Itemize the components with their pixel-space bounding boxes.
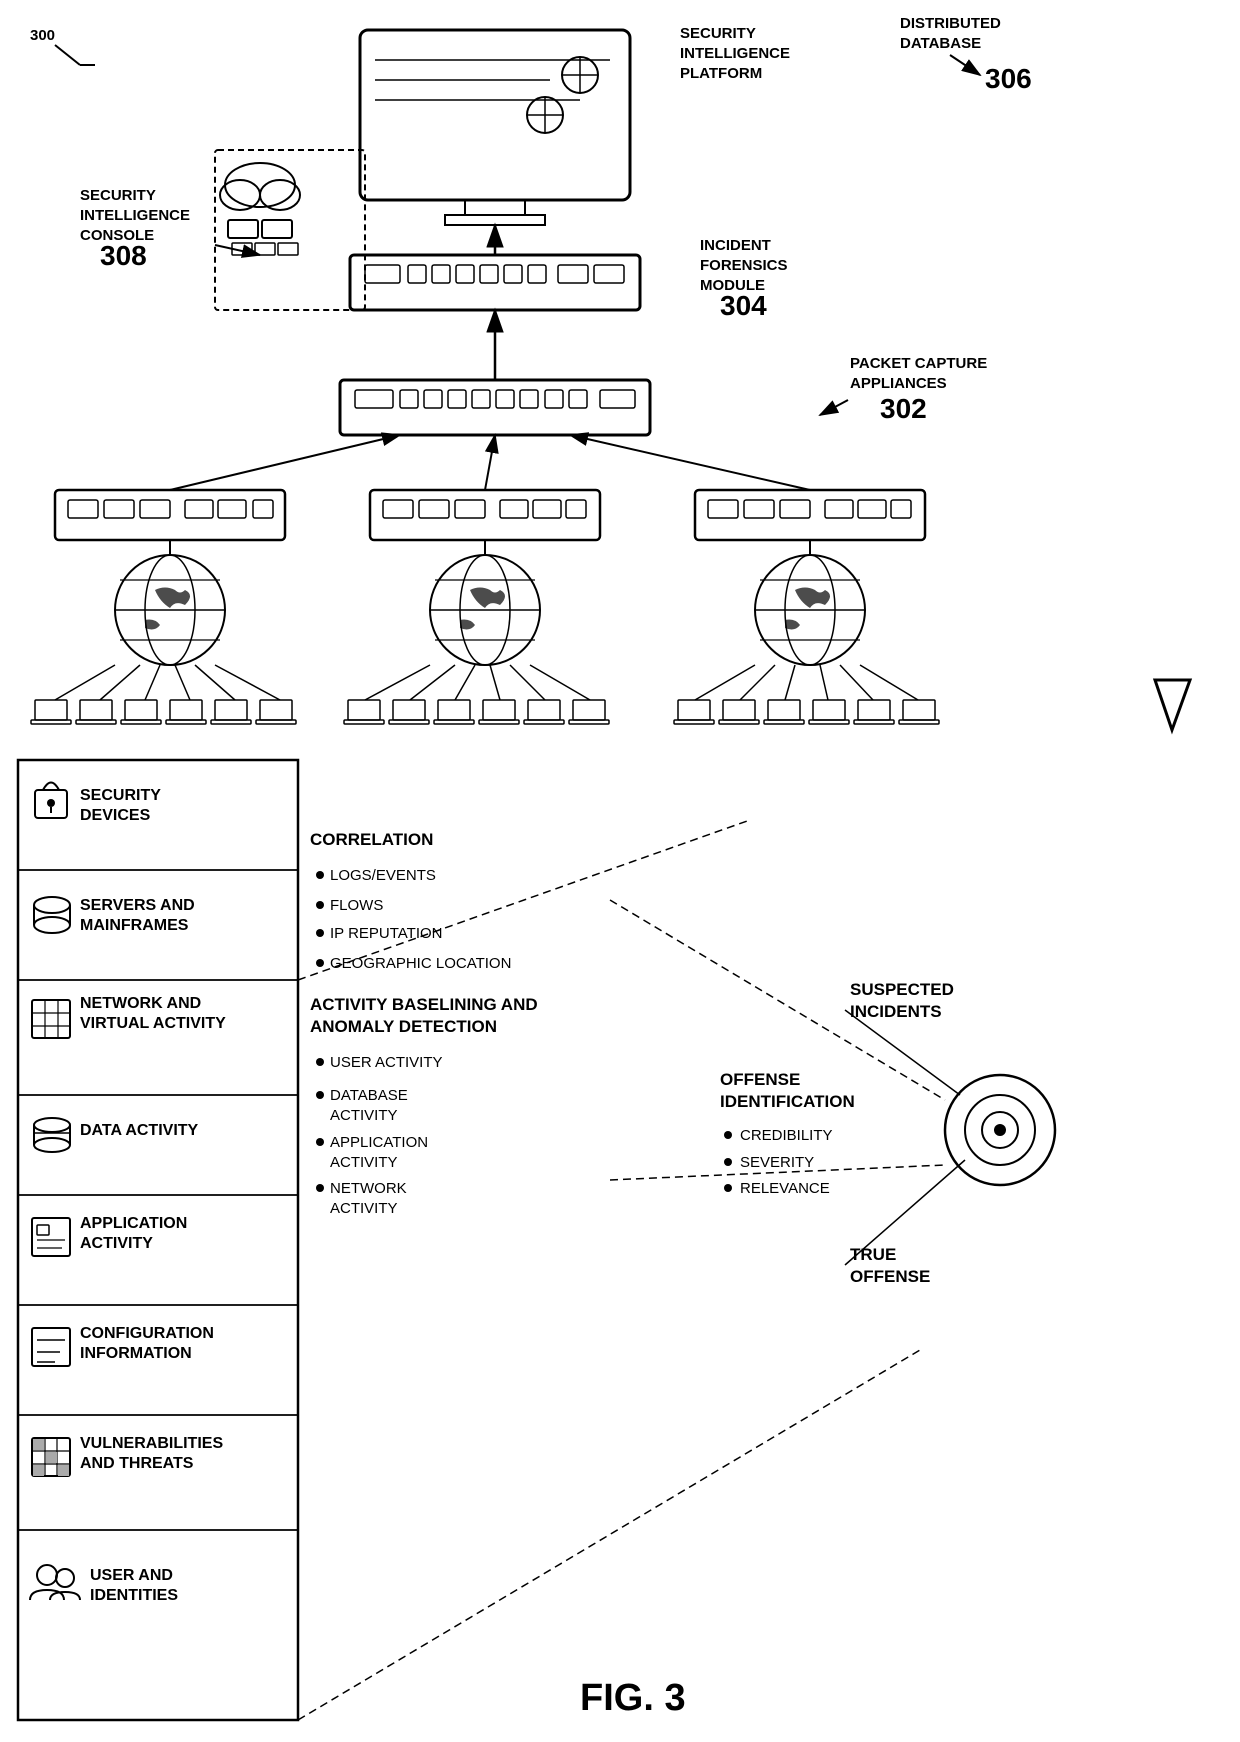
network-label: NETWORK AND	[80, 995, 201, 1012]
suspected-label: SUSPECTED	[850, 980, 954, 999]
user-label2: IDENTITIES	[90, 1587, 178, 1604]
offense-item1: CREDIBILITY	[740, 1127, 833, 1144]
activity-item2: DATABASE	[330, 1087, 408, 1104]
network-label2: VIRTUAL ACTIVITY	[80, 1015, 226, 1032]
correlation-title: CORRELATION	[310, 830, 433, 849]
sip-label: SECURITY	[680, 25, 756, 42]
vuln-label: VULNERABILITIES	[80, 1435, 223, 1452]
vuln-label2: AND THREATS	[80, 1455, 194, 1472]
activity-title2: ANOMALY DETECTION	[310, 1017, 497, 1036]
pca-label: PACKET CAPTURE	[850, 355, 987, 372]
corr-item4: GEOGRAPHIC LOCATION	[330, 955, 511, 972]
activity-item2b: ACTIVITY	[330, 1107, 398, 1124]
ifm-label: INCIDENT	[700, 237, 771, 254]
activity-item3: APPLICATION	[330, 1134, 428, 1151]
sip-label2: INTELLIGENCE	[680, 45, 790, 62]
fig-label: FIG. 3	[580, 1677, 686, 1719]
corr-item2: FLOWS	[330, 897, 383, 914]
corr-item1: LOGS/EVENTS	[330, 867, 436, 884]
distributed-database-label2: DATABASE	[900, 35, 981, 52]
activity-item3b: ACTIVITY	[330, 1154, 398, 1171]
sip-label3: PLATFORM	[680, 65, 762, 82]
servers-label2: MAINFRAMES	[80, 917, 189, 934]
offense-title2: IDENTIFICATION	[720, 1092, 855, 1111]
pca-number: 302	[880, 393, 927, 424]
application-label2: ACTIVITY	[80, 1235, 153, 1252]
sic-label: SECURITY	[80, 187, 156, 204]
true-offense-label2: OFFENSE	[850, 1267, 930, 1286]
activity-item4b: ACTIVITY	[330, 1200, 398, 1217]
distributed-database-label: DISTRIBUTED	[900, 15, 1001, 32]
corr-item3: IP REPUTATION	[330, 925, 443, 942]
data-activity-label: DATA ACTIVITY	[80, 1122, 199, 1139]
pca-label2: APPLIANCES	[850, 375, 947, 392]
diagram-container: 300 DISTRIBUTED DATABASE 306 SECURITY IN…	[0, 0, 1240, 1742]
offense-item2: SEVERITY	[740, 1154, 814, 1171]
sic-label2: INTELLIGENCE	[80, 207, 190, 224]
ifm-number: 304	[720, 290, 767, 321]
security-devices-label2: DEVICES	[80, 807, 151, 824]
user-label: USER AND	[90, 1567, 173, 1584]
diagram-number: 300	[30, 27, 55, 44]
db-number: 306	[985, 63, 1032, 94]
activity-item4: NETWORK	[330, 1180, 407, 1197]
offense-item3: RELEVANCE	[740, 1180, 830, 1197]
ifm-label2: FORENSICS	[700, 257, 788, 274]
config-label: CONFIGURATION	[80, 1325, 214, 1342]
sic-number: 308	[100, 240, 147, 271]
security-devices-label: SECURITY	[80, 787, 161, 804]
suspected-label2: INCIDENTS	[850, 1002, 942, 1021]
config-label2: INFORMATION	[80, 1345, 192, 1362]
application-label: APPLICATION	[80, 1215, 187, 1232]
activity-title: ACTIVITY BASELINING AND	[310, 995, 538, 1014]
servers-label: SERVERS AND	[80, 897, 195, 914]
offense-title: OFFENSE	[720, 1070, 800, 1089]
activity-item1: USER ACTIVITY	[330, 1054, 443, 1071]
